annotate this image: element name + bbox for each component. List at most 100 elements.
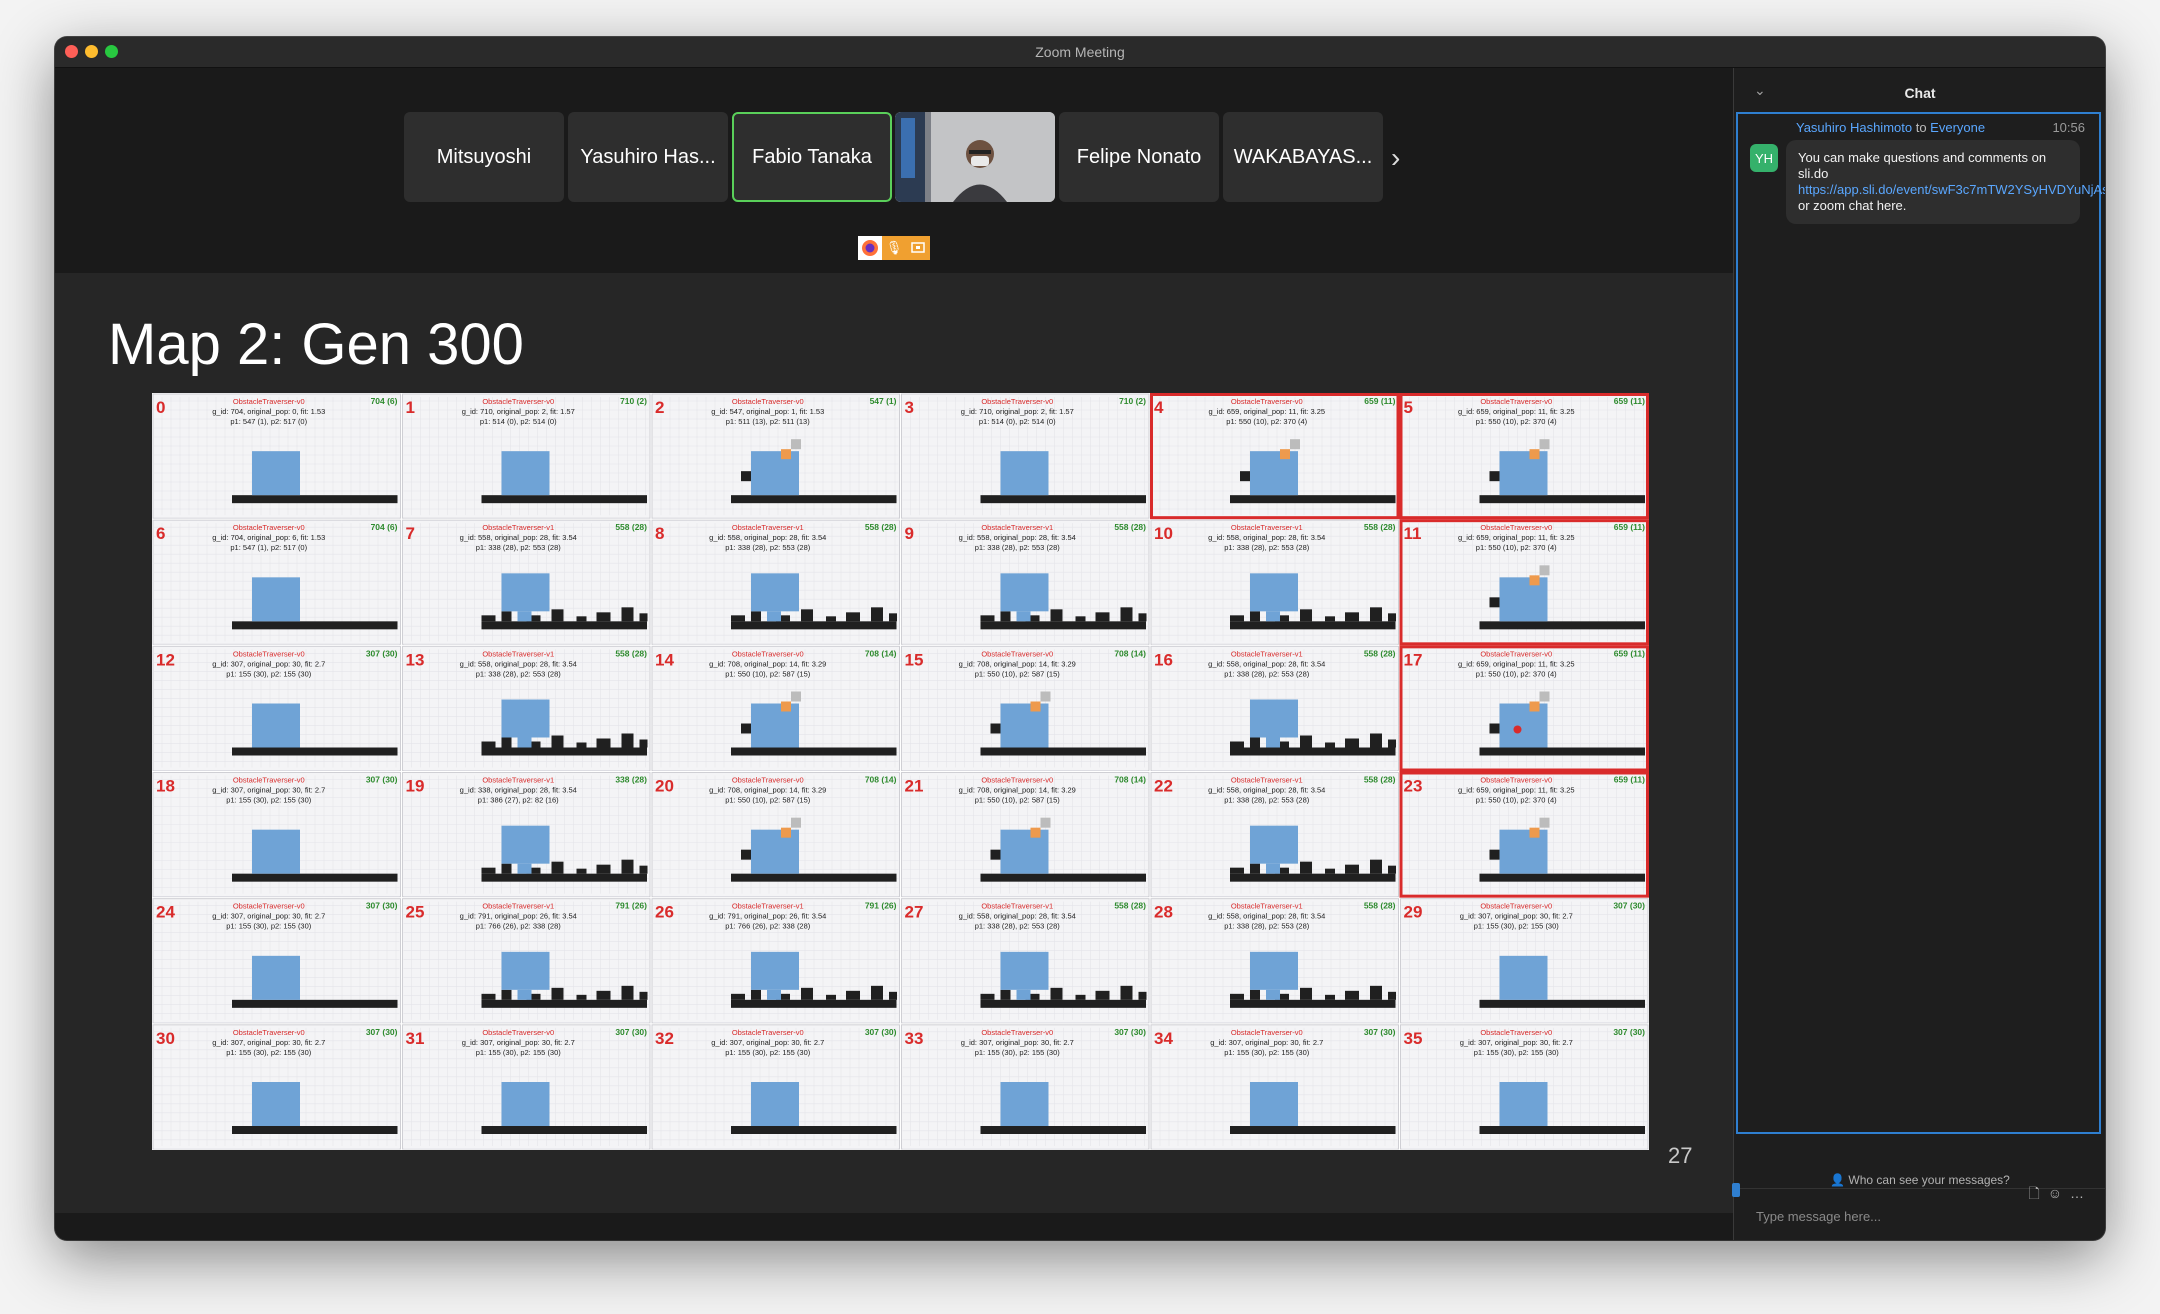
env-name: ObstacleTraverser-v1 <box>482 776 554 785</box>
ground <box>1230 495 1396 504</box>
cell-index: 16 <box>1154 650 1173 669</box>
chat-panel: ⌄ Chat Yasuhiro Hashimoto to Everyone 10… <box>1732 68 2105 1240</box>
obstacle-block <box>801 609 813 622</box>
agent-body <box>501 951 550 990</box>
cell-index: 1 <box>406 398 415 417</box>
agent-cell-12: 12 ObstacleTraverser-v0 307 (30) g_id: 307,… <box>152 645 401 771</box>
genome-tag: 791 (26) <box>865 901 897 911</box>
parent-info: p1: 550 (10), p2: 587 (15) <box>725 796 811 805</box>
agent-leg <box>517 989 532 1000</box>
obstacle-block <box>1388 613 1396 622</box>
parent-info: p1: 338 (28), p2: 553 (28) <box>476 669 562 678</box>
env-name: ObstacleTraverser-v0 <box>732 397 804 406</box>
agent-body <box>501 451 550 496</box>
participant-tile-1[interactable]: Yasuhiro Has... <box>568 112 728 202</box>
agent-cell-10: 10 ObstacleTraverser-v1 558 (28) g_id: 558,… <box>1150 519 1399 645</box>
obstacle-block <box>1300 735 1312 748</box>
participant-video-tile[interactable] <box>895 112 1055 202</box>
cell-index: 32 <box>655 1029 674 1048</box>
obstacle-block <box>551 609 564 622</box>
next-participants-chevron-icon[interactable]: › <box>1391 142 1400 174</box>
genome-info: g_id: 558, original_pop: 28, fit: 3.54 <box>1208 533 1325 542</box>
agent-part-dark <box>1489 471 1500 482</box>
obstacle-block <box>1250 863 1260 874</box>
agent-part-dark <box>1240 471 1250 482</box>
obstacle-block <box>731 993 745 1000</box>
genome-tag: 558 (28) <box>1364 901 1396 911</box>
agent-cell-21: 21 ObstacleTraverser-v0 708 (14) g_id: 708,… <box>901 772 1150 898</box>
agent-cell-30: 30 ObstacleTraverser-v0 307 (30) g_id: 307,… <box>152 1024 401 1150</box>
genome-tag: 558 (28) <box>1364 775 1396 785</box>
agent-body <box>501 573 550 612</box>
agent-leg <box>1266 737 1280 748</box>
obstacle-block <box>621 985 634 1000</box>
parent-info: p1: 550 (10), p2: 587 (15) <box>975 669 1061 678</box>
parent-info: p1: 547 (1), p2: 517 (0) <box>230 417 307 426</box>
obstacle-block <box>481 741 496 748</box>
participant-name: Felipe Nonato <box>1076 145 1202 168</box>
participant-tile-0[interactable]: Mitsuyoshi <box>404 112 564 202</box>
genome-info: g_id: 558, original_pop: 28, fit: 3.54 <box>460 659 577 668</box>
obstacle-block <box>551 735 564 748</box>
ground <box>731 999 897 1008</box>
parent-info: p1: 338 (28), p2: 553 (28) <box>725 543 811 552</box>
genome-tag: 710 (2) <box>1119 396 1146 406</box>
parent-info: p1: 155 (30), p2: 155 (30) <box>975 1048 1061 1057</box>
ground <box>481 999 647 1008</box>
participant-tile-4[interactable]: Felipe Nonato <box>1059 112 1219 202</box>
obstacle-block <box>751 611 761 622</box>
meeting-stage: Mitsuyoshi Yasuhiro Has... Fabio Tanaka … <box>55 68 1733 1240</box>
genome-tag: 307 (30) <box>366 775 398 785</box>
firefox-glyph <box>862 240 878 256</box>
more-icon[interactable]: … <box>2070 1185 2092 1201</box>
file-icon[interactable]: 🗋 <box>2028 1185 2047 1201</box>
participant-tile-5[interactable]: WAKABAYAS... <box>1223 112 1383 202</box>
agent-part-grey <box>1040 691 1051 702</box>
emoji-icon[interactable]: ☺ <box>2048 1185 2070 1201</box>
parent-info: p1: 338 (28), p2: 553 (28) <box>1224 543 1310 552</box>
genome-tag: 338 (28) <box>615 775 647 785</box>
slido-link[interactable]: https://app.sli.do/event/swF3c7mTW2YSyHV… <box>1798 182 2105 197</box>
genome-info: g_id: 558, original_pop: 28, fit: 3.54 <box>959 533 1076 542</box>
sender-name[interactable]: Yasuhiro Hashimoto <box>1796 120 1912 135</box>
agent-leg <box>517 863 532 874</box>
env-name: ObstacleTraverser-v0 <box>981 397 1053 406</box>
obstacle-block <box>576 742 587 748</box>
agent-leg <box>767 989 781 1000</box>
env-name: ObstacleTraverser-v1 <box>732 523 804 532</box>
genome-info: g_id: 659, original_pop: 11, fit: 3.25 <box>1208 407 1325 416</box>
env-name: ObstacleTraverser-v1 <box>981 902 1053 911</box>
agent-body <box>1250 573 1298 612</box>
cell-index: 19 <box>406 777 425 796</box>
cell-index: 5 <box>1404 398 1413 417</box>
agent-grid: 0 ObstacleTraverser-v0 704 (6) g_id: 704, o… <box>152 393 1649 1150</box>
obstacle-block <box>1345 612 1359 622</box>
cell-index: 22 <box>1154 777 1173 796</box>
participant-name: Fabio Tanaka <box>752 145 872 168</box>
agent-body <box>252 451 300 496</box>
chat-messages[interactable]: Yasuhiro Hashimoto to Everyone 10:56 YH … <box>1736 112 2105 1134</box>
agent-leg <box>517 611 532 622</box>
cell-index: 23 <box>1404 777 1423 796</box>
genome-tag: 307 (30) <box>366 648 398 658</box>
genome-info: g_id: 307, original_pop: 30, fit: 2.7 <box>961 1038 1074 1047</box>
message-input[interactable]: Type message here... <box>1756 1209 1881 1224</box>
env-name: ObstacleTraverser-v0 <box>1231 1028 1303 1037</box>
ground <box>980 495 1146 504</box>
agent-part-orange <box>1030 701 1041 712</box>
obstacle-block <box>1230 867 1244 874</box>
parent-info: p1: 514 (0), p2: 514 (0) <box>979 417 1056 426</box>
participant-tile-2-active-speaker[interactable]: Fabio Tanaka <box>732 112 892 202</box>
genome-tag: 307 (30) <box>1114 1027 1146 1037</box>
obstacle-block <box>1370 607 1382 622</box>
genome-tag: 307 (30) <box>366 901 398 911</box>
agent-cell-11: 11 ObstacleTraverser-v0 659 (11) g_id: 659,… <box>1400 519 1649 645</box>
obstacle-block <box>1000 611 1011 622</box>
agent-cell-20: 20 ObstacleTraverser-v0 708 (14) g_id: 708,… <box>651 772 900 898</box>
recipient-name[interactable]: Everyone <box>1930 120 1985 135</box>
cell-index: 27 <box>905 903 924 922</box>
cell-index: 15 <box>905 650 924 669</box>
agent-cell-3: 3 ObstacleTraverser-v0 710 (2) g_id: 710, o… <box>901 393 1150 519</box>
genome-info: g_id: 338, original_pop: 28, fit: 3.54 <box>460 786 577 795</box>
agent-part-orange <box>1280 449 1290 460</box>
